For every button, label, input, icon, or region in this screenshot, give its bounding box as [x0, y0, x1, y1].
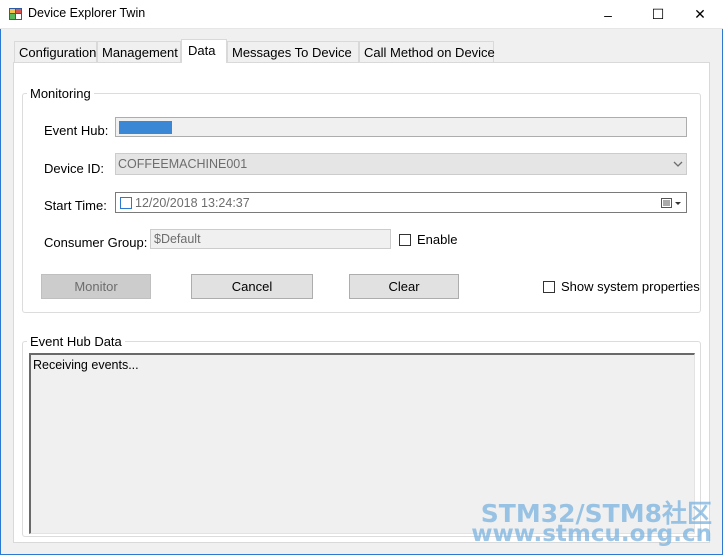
tab-label: Configuration: [19, 45, 97, 60]
close-button[interactable]: ✕: [677, 0, 723, 29]
redacted-block: [119, 121, 172, 134]
consumer-group-field[interactable]: $Default: [150, 229, 391, 249]
tab-call-method-on-device[interactable]: Call Method on Device: [359, 41, 495, 62]
chevron-down-icon: [673, 161, 683, 167]
maximize-icon: ☐: [651, 6, 665, 22]
tab-configuration[interactable]: Configuration: [14, 41, 97, 62]
event-hub-data-legend: Event Hub Data: [27, 334, 125, 349]
monitor-button[interactable]: Monitor: [41, 274, 151, 299]
clear-button[interactable]: Clear: [349, 274, 459, 299]
minimize-icon: –: [604, 6, 612, 23]
clear-button-label: Clear: [388, 279, 420, 294]
app-icon: [9, 8, 22, 20]
tab-messages-to-device[interactable]: Messages To Device: [227, 41, 359, 62]
monitor-button-label: Monitor: [74, 279, 118, 294]
show-system-properties-label: Show system properties: [561, 279, 700, 294]
event-hub-data-text: Receiving events...: [33, 358, 139, 372]
tab-label: Data: [188, 43, 216, 58]
cancel-button[interactable]: Cancel: [191, 274, 313, 299]
watermark-url: www.stmcu.org.cn: [471, 521, 712, 547]
tab-label: Management: [102, 45, 178, 60]
consumer-group-label: Consumer Group:: [44, 235, 148, 250]
tab-data[interactable]: Data: [181, 39, 227, 63]
close-icon: ✕: [694, 6, 706, 22]
maximize-button[interactable]: ☐: [635, 0, 681, 29]
window-title: Device Explorer Twin: [28, 6, 146, 20]
tab-management[interactable]: Management: [97, 41, 181, 62]
calendar-icon[interactable]: [661, 197, 683, 209]
event-hub-label: Event Hub:: [44, 123, 109, 138]
title-bar[interactable]: Device Explorer Twin – ☐ ✕: [0, 0, 723, 29]
cancel-button-label: Cancel: [231, 279, 273, 294]
event-hub-field[interactable]: [115, 117, 687, 137]
start-time-checkbox[interactable]: [120, 197, 132, 209]
monitoring-legend: Monitoring: [27, 86, 94, 101]
device-id-select[interactable]: COFFEEMACHINE001: [115, 153, 687, 175]
enable-label: Enable: [417, 232, 458, 247]
device-id-label: Device ID:: [44, 161, 104, 176]
enable-checkbox[interactable]: [399, 234, 411, 246]
start-time-label: Start Time:: [44, 198, 107, 213]
tab-label: Call Method on Device: [364, 45, 495, 60]
tab-label: Messages To Device: [232, 45, 352, 60]
start-time-picker[interactable]: 12/20/2018 13:24:37: [115, 192, 687, 213]
consumer-group-value: $Default: [154, 232, 201, 246]
start-time-value: 12/20/2018 13:24:37: [135, 196, 250, 210]
device-id-value: COFFEEMACHINE001: [118, 157, 248, 171]
minimize-button[interactable]: –: [585, 0, 631, 29]
show-system-properties-checkbox[interactable]: [543, 281, 555, 293]
